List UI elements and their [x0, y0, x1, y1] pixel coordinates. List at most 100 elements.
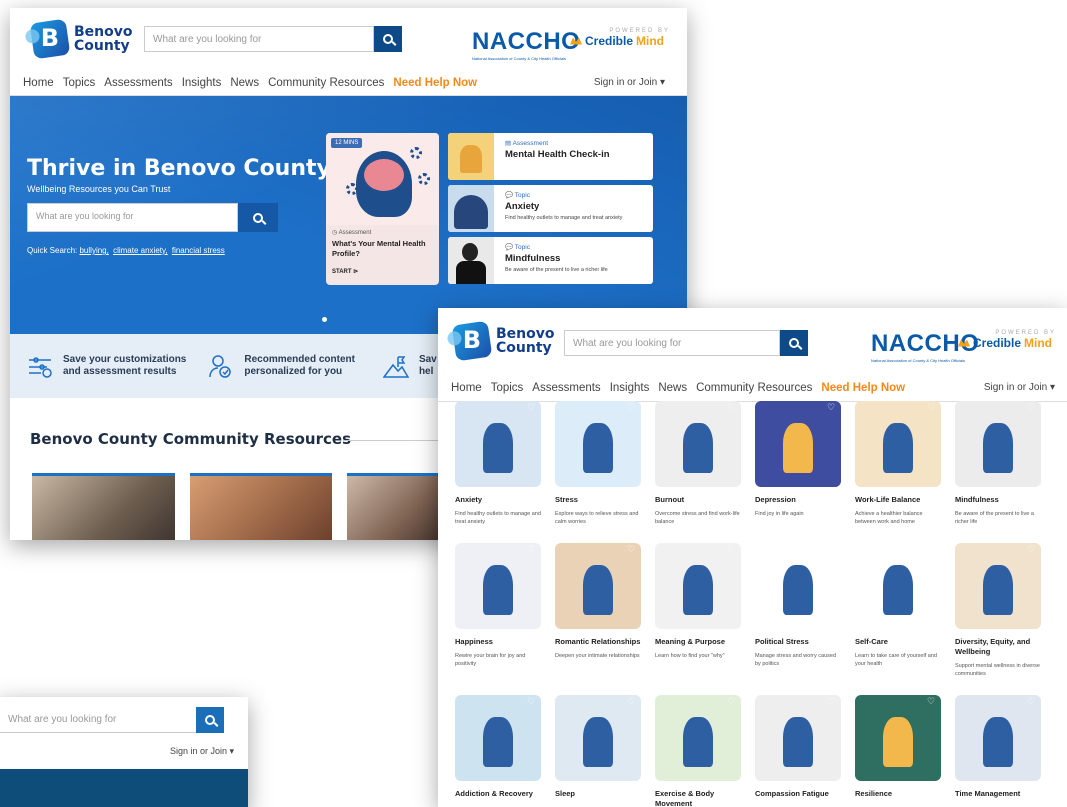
resource-image[interactable]	[32, 473, 175, 540]
heart-icon[interactable]: ♡	[1027, 404, 1037, 413]
topic-image: ♡	[555, 401, 641, 487]
heart-icon[interactable]: ♡	[527, 404, 537, 413]
search-button[interactable]	[196, 707, 224, 733]
topic-tile[interactable]: ♡ Happiness Rewire your brain for joy and …	[455, 543, 541, 668]
card-kind: 💬 Topic	[505, 244, 530, 251]
topic-illustration	[483, 423, 513, 473]
sign-in-link[interactable]: Sign in or Join ▾	[984, 382, 1055, 393]
brand-name: Benovo County	[74, 24, 133, 54]
card-mental-health-check-in[interactable]: ▤ Assessment Mental Health Check-in	[448, 133, 653, 180]
heart-icon[interactable]: ♡	[827, 546, 837, 555]
nav-assessments[interactable]: Assessments	[104, 77, 172, 89]
card-title: Mindfulness	[505, 253, 561, 264]
search-input[interactable]: What are you looking for	[0, 707, 196, 733]
heart-icon[interactable]: ♡	[927, 698, 937, 707]
heart-icon[interactable]: ♡	[1027, 546, 1037, 555]
topic-name: Political Stress	[755, 637, 809, 646]
topic-description: Learn to take care of yourself and your …	[855, 653, 937, 667]
quick-link-bullying[interactable]: bullying,	[79, 246, 108, 255]
heart-icon[interactable]: ♡	[1027, 698, 1037, 707]
quick-link-climate-anxiety[interactable]: climate anxiety,	[113, 246, 168, 255]
header-search: What are you looking for	[564, 330, 808, 356]
heart-icon[interactable]: ♡	[527, 698, 537, 707]
heart-icon[interactable]: ♡	[627, 546, 637, 555]
header-search: What are you looking for	[0, 707, 224, 733]
topic-tile[interactable]: ♡ Addiction & Recovery	[455, 695, 541, 804]
brand-logo[interactable]: B Benovo County	[29, 18, 133, 60]
nav-insights[interactable]: Insights	[610, 382, 650, 394]
heart-icon[interactable]: ♡	[727, 404, 737, 413]
brand-logo[interactable]: B Benovo County	[451, 320, 555, 362]
nav-home[interactable]: Home	[451, 382, 482, 394]
card-kind: 💬 Topic	[505, 192, 530, 199]
topic-image: ♡	[855, 695, 941, 781]
topic-name: Burnout	[655, 495, 685, 504]
topic-tile[interactable]: ♡ Diversity, Equity, and Wellbeing Support…	[955, 543, 1041, 678]
resource-image[interactable]	[190, 473, 332, 540]
heart-icon[interactable]: ♡	[727, 546, 737, 555]
resource-image[interactable]	[347, 473, 447, 540]
topic-description: Rewire your brain for joy and positivity	[455, 653, 526, 667]
heart-icon[interactable]: ♡	[927, 404, 937, 413]
nav-community-resources[interactable]: Community Resources	[268, 77, 384, 89]
featured-assessment-card[interactable]: 12 MINS ◷ Assessment What's Your Mental …	[326, 133, 439, 285]
search-button[interactable]	[374, 26, 402, 52]
community-resources-title: Benovo County Community Resources	[30, 430, 352, 448]
topic-name: Happiness	[455, 637, 493, 646]
hero-search-input[interactable]: What are you looking for	[27, 203, 238, 232]
nav-insights[interactable]: Insights	[182, 77, 222, 89]
nav-topics[interactable]: Topics	[491, 382, 524, 394]
nav-news[interactable]: News	[230, 77, 259, 89]
topic-tile[interactable]: ♡ Burnout Overcome stress and find work-li…	[655, 401, 741, 526]
topic-tile[interactable]: ♡ Stress Explore ways to relieve stress an…	[555, 401, 641, 526]
heart-icon[interactable]: ♡	[827, 698, 837, 707]
sign-in-link[interactable]: Sign in or Join ▾	[594, 77, 665, 88]
topic-tile[interactable]: ♡ Work-Life Balance Achieve a healthier ba…	[855, 401, 941, 526]
topic-tile[interactable]: ♡ Resilience	[855, 695, 941, 804]
topic-tile[interactable]: ♡ Mindfulness Be aware of the present to l…	[955, 401, 1041, 526]
topic-tile[interactable]: ♡ Exercise & Body Movement	[655, 695, 741, 807]
quick-link-financial-stress[interactable]: financial stress	[172, 246, 225, 255]
heart-icon[interactable]: ♡	[927, 546, 937, 555]
hero-search-button[interactable]	[238, 203, 278, 232]
topic-image: ♡	[755, 543, 841, 629]
sliders-icon	[27, 353, 53, 379]
topic-tile[interactable]: ♡ Self-Care Learn to take care of yourself…	[855, 543, 941, 668]
nav-assessments[interactable]: Assessments	[532, 382, 600, 394]
topic-description: Achieve a healthier balance between work…	[855, 511, 923, 525]
heart-icon[interactable]: ♡	[527, 546, 537, 555]
heart-icon[interactable]: ♡	[727, 698, 737, 707]
card-thumbnail	[448, 185, 494, 232]
sign-in-link[interactable]: Sign in or Join ▾	[170, 746, 234, 757]
quick-search: Quick Search: bullying, climate anxiety,…	[27, 246, 225, 255]
topic-tile[interactable]: ♡ Romantic Relationships Deepen your intim…	[555, 543, 641, 660]
topic-tile[interactable]: ♡ Meaning & Purpose Learn how to find your…	[655, 543, 741, 660]
nav-news[interactable]: News	[658, 382, 687, 394]
card-anxiety[interactable]: 💬 Topic Anxiety Find healthy outlets to …	[448, 185, 653, 232]
topic-tile[interactable]: ♡ Sleep	[555, 695, 641, 804]
topic-illustration	[483, 565, 513, 615]
search-input[interactable]: What are you looking for	[564, 330, 780, 356]
topic-illustration	[683, 717, 713, 767]
heart-icon[interactable]: ♡	[827, 404, 837, 413]
topic-tile[interactable]: ♡ Political Stress Manage stress and worry…	[755, 543, 841, 668]
heart-icon[interactable]: ♡	[627, 698, 637, 707]
carousel-dot[interactable]	[322, 317, 327, 322]
search-input[interactable]: What are you looking for	[144, 26, 374, 52]
topic-name: Anxiety	[455, 495, 483, 504]
nav-topics[interactable]: Topics	[63, 77, 96, 89]
crediblemind-logo: POWERED BY Credible Mind	[570, 28, 670, 48]
nav-community-resources[interactable]: Community Resources	[696, 382, 812, 394]
nav-home[interactable]: Home	[23, 77, 54, 89]
heart-icon[interactable]: ♡	[627, 404, 637, 413]
nav-need-help-now[interactable]: Need Help Now	[393, 77, 477, 89]
topic-tile[interactable]: ♡ Depression Find joy in life again	[755, 401, 841, 518]
topic-tile[interactable]: ♡ Compassion Fatigue	[755, 695, 841, 804]
hero: Thrive in Benovo County Wellbeing Resour…	[10, 96, 687, 334]
start-button[interactable]: START ⊳	[332, 268, 358, 275]
search-button[interactable]	[780, 330, 808, 356]
nav-need-help-now[interactable]: Need Help Now	[821, 382, 905, 394]
topic-tile[interactable]: ♡ Anxiety Find healthy outlets to manage a…	[455, 401, 541, 526]
card-mindfulness[interactable]: 💬 Topic Mindfulness Be aware of the pres…	[448, 237, 653, 284]
topic-tile[interactable]: ♡ Time Management	[955, 695, 1041, 804]
